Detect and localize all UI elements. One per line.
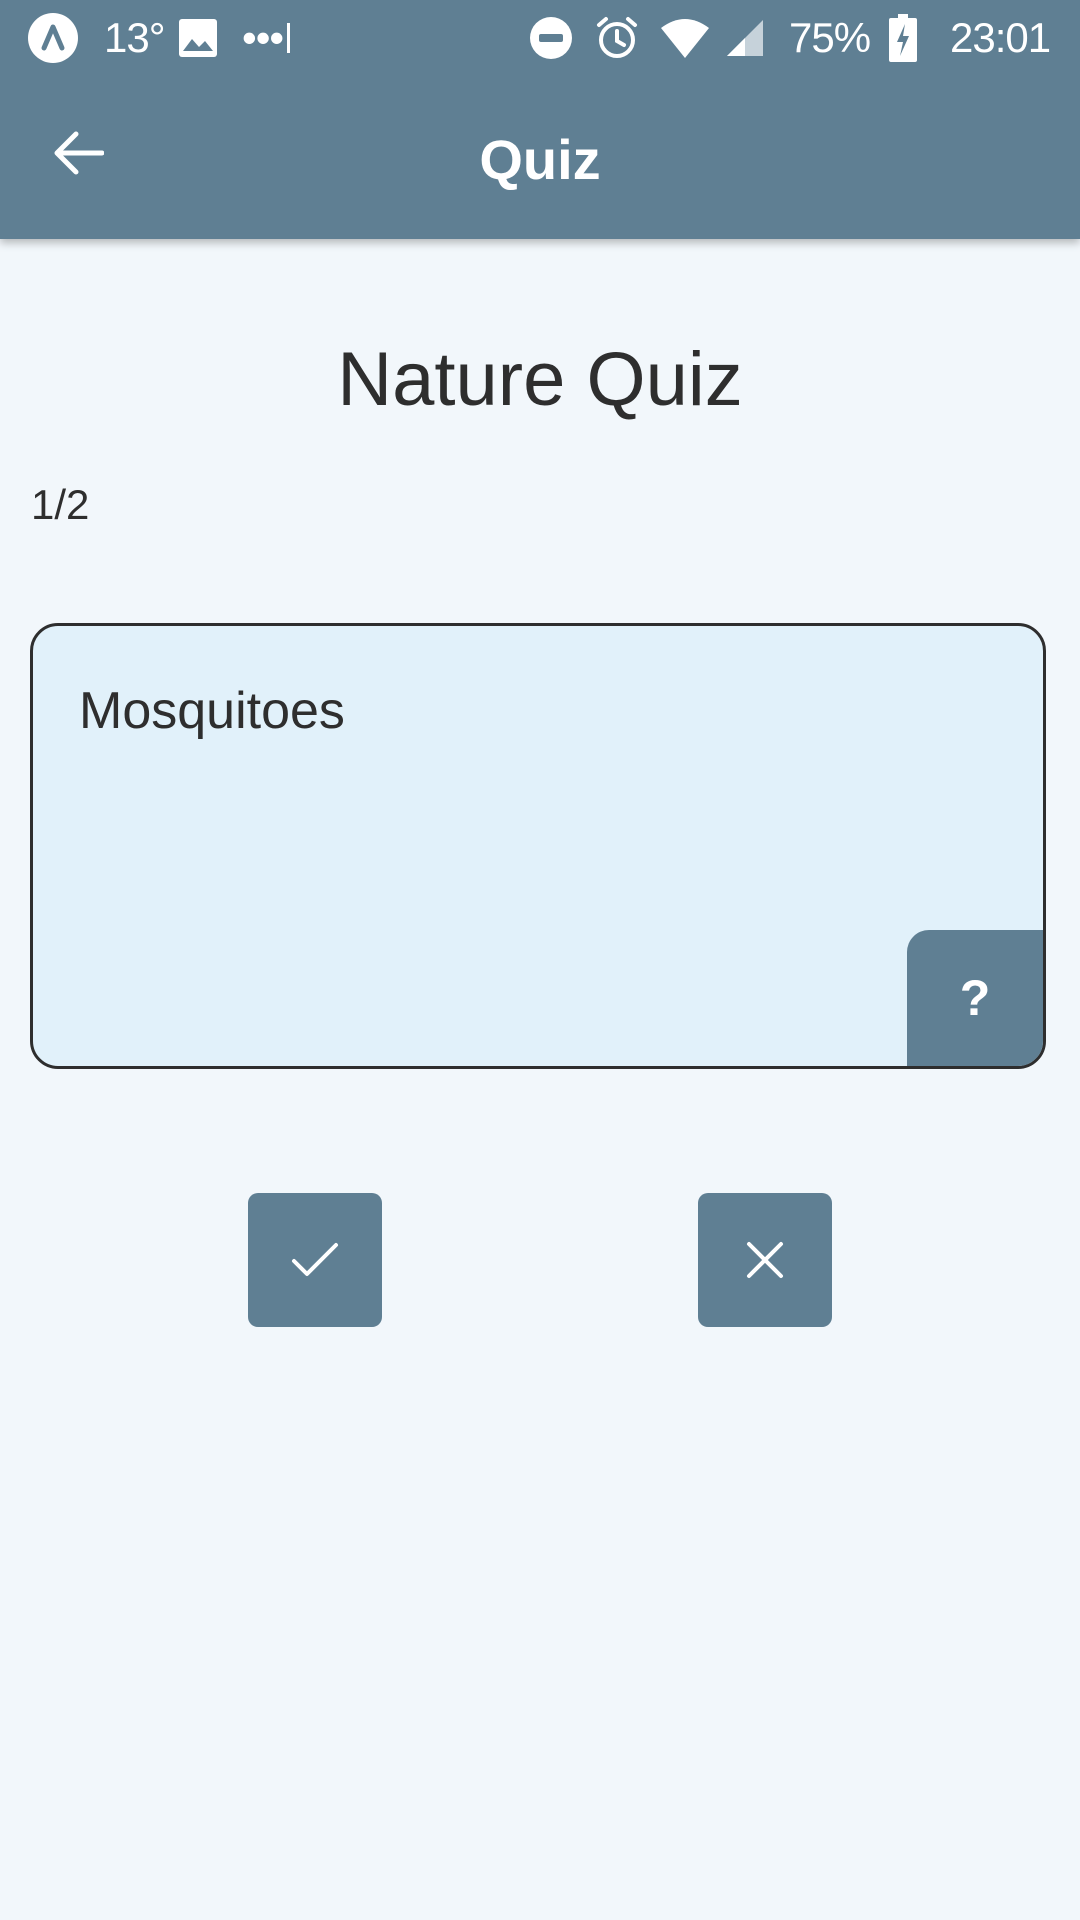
battery-charging-icon [889, 0, 917, 76]
wifi-icon [659, 0, 711, 76]
app-bar: 13° ••• 75% 23:01 Quiz [0, 0, 1080, 239]
close-icon [747, 1242, 783, 1278]
clock-text: 23:01 [950, 14, 1051, 61]
mark-wrong-button[interactable] [698, 1193, 832, 1327]
flashcard-text: Mosquitoes [79, 682, 345, 740]
check-icon [292, 1243, 338, 1276]
question-progress: 1/2 [31, 481, 90, 528]
image-icon [178, 0, 218, 76]
app-logo-icon [27, 0, 79, 76]
hint-button-label: ? [959, 970, 991, 1026]
hint-button[interactable]: ? [907, 930, 1043, 1066]
quiz-title: Nature Quiz [337, 337, 743, 422]
cell-signal-icon [725, 0, 765, 76]
mark-correct-button[interactable] [248, 1193, 382, 1327]
flashcard[interactable]: Mosquitoes ? [30, 623, 1046, 1069]
status-bar: 13° ••• 75% 23:01 [0, 0, 1080, 76]
alarm-icon [594, 0, 640, 76]
battery-percent-text: 75% [789, 14, 871, 61]
app-bar-title: Quiz [479, 128, 601, 191]
dnd-icon [529, 0, 573, 76]
temperature-text: 13° [104, 14, 166, 61]
more-notifications-text: ••• [242, 0, 291, 76]
